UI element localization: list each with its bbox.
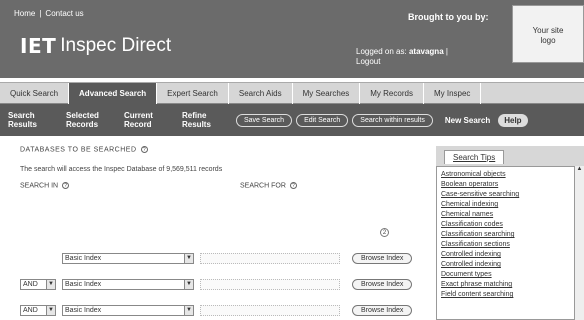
operator-select-2[interactable]: AND ▼ [20,278,56,290]
search-tips-panel: Search Tips Astronomical objects Boolean… [436,146,584,320]
tab-my-records[interactable]: My Records [360,83,424,105]
search-in-text: SEARCH IN [20,182,59,190]
iet-logo: IET [20,34,57,58]
databases-heading: DATABASES TO BE SEARCHED ? [20,146,148,153]
search-for-text: SEARCH FOR [240,182,286,190]
search-tips-list: Astronomical objects Boolean operators C… [436,166,584,320]
tip-link[interactable]: Exact phrase matching [441,280,579,290]
index-select-value: Basic Index [65,280,102,288]
site-logo-line-1: Your site [532,26,564,35]
tab-my-inspec[interactable]: My Inspec [424,83,482,105]
chevron-down-icon[interactable]: ▼ [46,305,55,315]
help-button[interactable]: Help [498,113,528,127]
search-within-results-button[interactable]: Search within results [352,113,433,127]
search-for-label: SEARCH FOR ? [240,182,297,189]
index-select-value: Basic Index [65,306,102,314]
tip-link[interactable]: Classification sections [441,240,579,250]
scrollbar[interactable]: ▲ [574,166,584,320]
search-results-link[interactable]: Search Results [0,111,58,129]
help-question-icon[interactable]: ? [140,146,148,153]
username: atavagna [408,47,444,56]
search-tips-tab[interactable]: Search Tips [444,150,505,164]
operator-select-value: AND [23,280,38,288]
product-name: Inspec Direct [60,35,172,56]
operator-select-value: AND [23,306,38,314]
tip-link[interactable]: Controlled indexing [441,260,579,270]
index-select-3[interactable]: Basic Index ▼ [62,304,194,316]
tip-link[interactable]: Field content searching [441,290,579,300]
tab-expert-search[interactable]: Expert Search [157,83,229,105]
databases-heading-text: DATABASES TO BE SEARCHED [20,146,137,154]
site-logo-placeholder: Your site logo [512,5,584,63]
search-for-help-icon[interactable]: ? [289,182,297,189]
main-tabs: Quick Search Advanced Search Expert Sear… [0,82,584,105]
tip-link[interactable]: Astronomical objects [441,170,579,180]
tip-link[interactable]: Case-sensitive searching [441,190,579,200]
refine-results-link[interactable]: Refine Results [174,111,232,129]
search-term-input-3[interactable] [200,304,340,316]
chevron-down-icon[interactable]: ▼ [184,253,193,263]
inspec-direct-logo[interactable]: IET Inspec Direct [20,34,171,58]
chevron-down-icon[interactable]: ▼ [184,279,193,289]
logged-on-label: Logged on as: [356,47,407,56]
search-row-1: Basic Index ▼ Browse Index [20,252,413,264]
browse-index-button-3[interactable]: Browse Index [352,304,413,316]
search-row-2: AND ▼ Basic Index ▼ Browse Index [20,278,413,290]
tip-link[interactable]: Boolean operators [441,180,579,190]
tip-link[interactable]: Chemical names [441,210,579,220]
new-search-button[interactable]: New Search [445,116,490,125]
database-info-text: The search will access the Inspec Databa… [20,166,223,173]
login-status: Logged on as: atavagna | Logout [356,47,448,67]
site-logo-line-2: logo [540,36,556,45]
contact-link[interactable]: Contact us [45,9,83,18]
search-row-3: AND ▼ Basic Index ▼ Browse Index [20,304,413,316]
chevron-down-icon[interactable]: ▼ [46,279,55,289]
header-banner: Home | Contact us IET Inspec Direct Brou… [0,0,584,78]
header-links: Home | Contact us [14,9,84,18]
browse-index-button-2[interactable]: Browse Index [352,278,413,290]
index-select-1[interactable]: Basic Index ▼ [62,252,194,264]
tip-link[interactable]: Controlled indexing [441,250,579,260]
scroll-up-icon[interactable]: ▲ [575,166,584,172]
search-term-input-2[interactable] [200,278,340,290]
brought-by-label: Brought to you by: [408,12,489,22]
save-search-button[interactable]: Save Search [236,113,293,127]
current-record-link[interactable]: Current Record [116,111,174,129]
search-term-input-1[interactable] [200,252,340,264]
logout-link[interactable]: Logout [356,57,380,66]
operator-select-3[interactable]: AND ▼ [20,304,56,316]
tab-advanced-search[interactable]: Advanced Search [69,83,158,105]
search-in-help-icon[interactable]: ? [62,182,70,189]
tip-link[interactable]: Classification searching [441,230,579,240]
tip-link[interactable]: Classification codes [441,220,579,230]
tab-quick-search[interactable]: Quick Search [0,83,70,105]
header-separator: | [39,9,42,18]
results-toolbar: Search Results Selected Records Current … [0,104,584,136]
index-select-value: Basic Index [65,254,102,262]
tip-link[interactable]: Document types [441,270,579,280]
step-number-badge: 2 [380,228,389,237]
edit-search-button[interactable]: Edit Search [296,113,349,127]
tab-my-searches[interactable]: My Searches [293,83,361,105]
home-link[interactable]: Home [14,9,35,18]
search-in-label: SEARCH IN ? [20,182,70,190]
chevron-down-icon[interactable]: ▼ [184,305,193,315]
tab-search-aids[interactable]: Search Aids [229,83,293,105]
tip-link[interactable]: Chemical indexing [441,200,579,210]
browse-index-button-1[interactable]: Browse Index [352,252,413,264]
login-separator: | [445,47,448,56]
selected-records-link[interactable]: Selected Records [58,111,116,129]
index-select-2[interactable]: Basic Index ▼ [62,278,194,290]
